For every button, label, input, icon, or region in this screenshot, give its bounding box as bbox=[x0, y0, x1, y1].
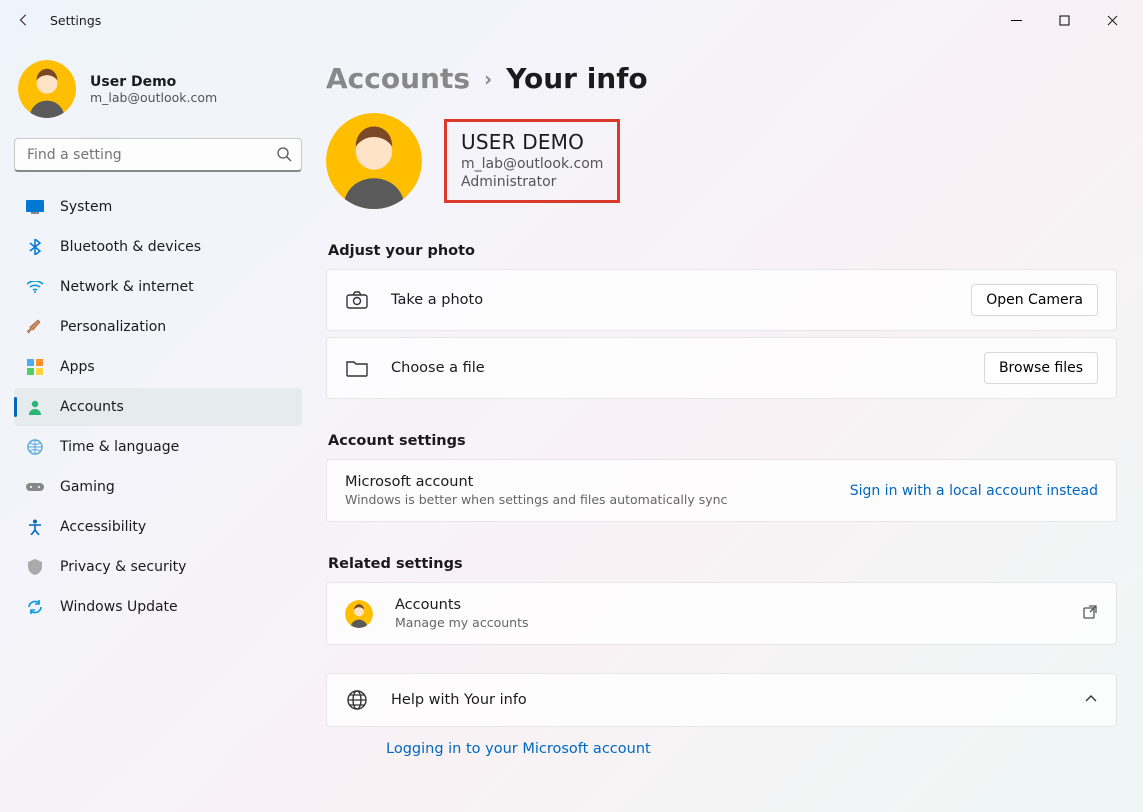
help-label: Help with Your info bbox=[391, 692, 527, 708]
related-accounts-label: Accounts bbox=[395, 597, 528, 613]
profile-email: m_lab@outlook.com bbox=[90, 90, 217, 105]
accessibility-icon bbox=[26, 518, 44, 536]
shield-icon bbox=[26, 558, 44, 576]
choose-file-card: Choose a file Browse files bbox=[326, 337, 1117, 399]
search-input[interactable] bbox=[14, 138, 302, 172]
sidebar-item-label: Accounts bbox=[60, 399, 124, 415]
main-content: Accounts › Your info USER DEMO m_lab@out… bbox=[310, 40, 1143, 812]
search-box bbox=[14, 138, 302, 172]
chevron-right-icon: › bbox=[484, 67, 492, 91]
sidebar-item-time[interactable]: Time & language bbox=[14, 428, 302, 466]
open-external-icon bbox=[1082, 604, 1098, 624]
globe-icon bbox=[345, 688, 369, 712]
sidebar-profile[interactable]: User Demo m_lab@outlook.com bbox=[14, 54, 302, 124]
back-button[interactable] bbox=[12, 8, 36, 32]
user-info-highlight: USER DEMO m_lab@outlook.com Administrato… bbox=[444, 119, 620, 203]
sidebar-item-label: Personalization bbox=[60, 319, 166, 335]
window-controls bbox=[993, 5, 1135, 35]
sidebar-item-update[interactable]: Windows Update bbox=[14, 588, 302, 626]
take-photo-card: Take a photo Open Camera bbox=[326, 269, 1117, 331]
sidebar-item-label: System bbox=[60, 199, 112, 215]
sidebar-item-label: Windows Update bbox=[60, 599, 178, 615]
sidebar-item-label: Network & internet bbox=[60, 279, 194, 295]
folder-icon bbox=[345, 356, 369, 380]
sidebar-item-gaming[interactable]: Gaming bbox=[14, 468, 302, 506]
section-title-related: Related settings bbox=[328, 556, 1117, 572]
avatar bbox=[326, 113, 422, 209]
apps-icon bbox=[26, 358, 44, 376]
bluetooth-icon bbox=[26, 238, 44, 256]
globe-clock-icon bbox=[26, 438, 44, 456]
window-title: Settings bbox=[50, 13, 101, 28]
avatar bbox=[345, 600, 373, 628]
breadcrumb-current: Your info bbox=[506, 62, 647, 95]
sidebar-item-privacy[interactable]: Privacy & security bbox=[14, 548, 302, 586]
section-title-account-settings: Account settings bbox=[328, 433, 1117, 449]
help-link[interactable]: Logging in to your Microsoft account bbox=[326, 733, 1117, 757]
minimize-button[interactable] bbox=[993, 5, 1039, 35]
update-icon bbox=[26, 598, 44, 616]
browse-files-button[interactable]: Browse files bbox=[984, 352, 1098, 384]
sidebar-item-network[interactable]: Network & internet bbox=[14, 268, 302, 306]
system-icon bbox=[26, 198, 44, 216]
sidebar-item-bluetooth[interactable]: Bluetooth & devices bbox=[14, 228, 302, 266]
open-camera-button[interactable]: Open Camera bbox=[971, 284, 1098, 316]
sidebar-item-personalization[interactable]: Personalization bbox=[14, 308, 302, 346]
sidebar-item-system[interactable]: System bbox=[14, 188, 302, 226]
choose-file-label: Choose a file bbox=[391, 360, 485, 376]
sidebar: User Demo m_lab@outlook.com System Bluet… bbox=[0, 40, 310, 812]
search-icon bbox=[276, 146, 292, 166]
ms-account-label: Microsoft account bbox=[345, 474, 727, 490]
microsoft-account-card: Microsoft account Windows is better when… bbox=[326, 459, 1117, 522]
gamepad-icon bbox=[26, 478, 44, 496]
camera-icon bbox=[345, 288, 369, 312]
wifi-icon bbox=[26, 278, 44, 296]
help-card[interactable]: Help with Your info bbox=[326, 673, 1117, 727]
close-button[interactable] bbox=[1089, 5, 1135, 35]
breadcrumb: Accounts › Your info bbox=[326, 62, 1117, 95]
sidebar-item-accessibility[interactable]: Accessibility bbox=[14, 508, 302, 546]
sidebar-item-label: Gaming bbox=[60, 479, 115, 495]
sidebar-item-apps[interactable]: Apps bbox=[14, 348, 302, 386]
brush-icon bbox=[26, 318, 44, 336]
avatar bbox=[18, 60, 76, 118]
person-icon bbox=[26, 398, 44, 416]
chevron-up-icon bbox=[1084, 691, 1098, 710]
titlebar: Settings bbox=[0, 0, 1143, 40]
section-title-photo: Adjust your photo bbox=[328, 243, 1117, 259]
arrow-left-icon bbox=[17, 13, 31, 27]
related-accounts-card[interactable]: Accounts Manage my accounts bbox=[326, 582, 1117, 645]
user-email: m_lab@outlook.com bbox=[461, 156, 603, 172]
profile-name: User Demo bbox=[90, 74, 217, 90]
user-role: Administrator bbox=[461, 174, 603, 190]
maximize-button[interactable] bbox=[1041, 5, 1087, 35]
breadcrumb-parent[interactable]: Accounts bbox=[326, 62, 470, 95]
take-photo-label: Take a photo bbox=[391, 292, 483, 308]
local-account-link[interactable]: Sign in with a local account instead bbox=[850, 483, 1098, 499]
sidebar-item-label: Accessibility bbox=[60, 519, 146, 535]
sidebar-item-label: Time & language bbox=[60, 439, 179, 455]
user-hero: USER DEMO m_lab@outlook.com Administrato… bbox=[326, 113, 1117, 209]
sidebar-item-label: Bluetooth & devices bbox=[60, 239, 201, 255]
sidebar-item-label: Apps bbox=[60, 359, 95, 375]
sidebar-nav: System Bluetooth & devices Network & int… bbox=[14, 188, 302, 626]
user-name: USER DEMO bbox=[461, 130, 603, 154]
related-accounts-sub: Manage my accounts bbox=[395, 615, 528, 630]
sidebar-item-accounts[interactable]: Accounts bbox=[14, 388, 302, 426]
sidebar-item-label: Privacy & security bbox=[60, 559, 186, 575]
ms-account-sub: Windows is better when settings and file… bbox=[345, 492, 727, 507]
